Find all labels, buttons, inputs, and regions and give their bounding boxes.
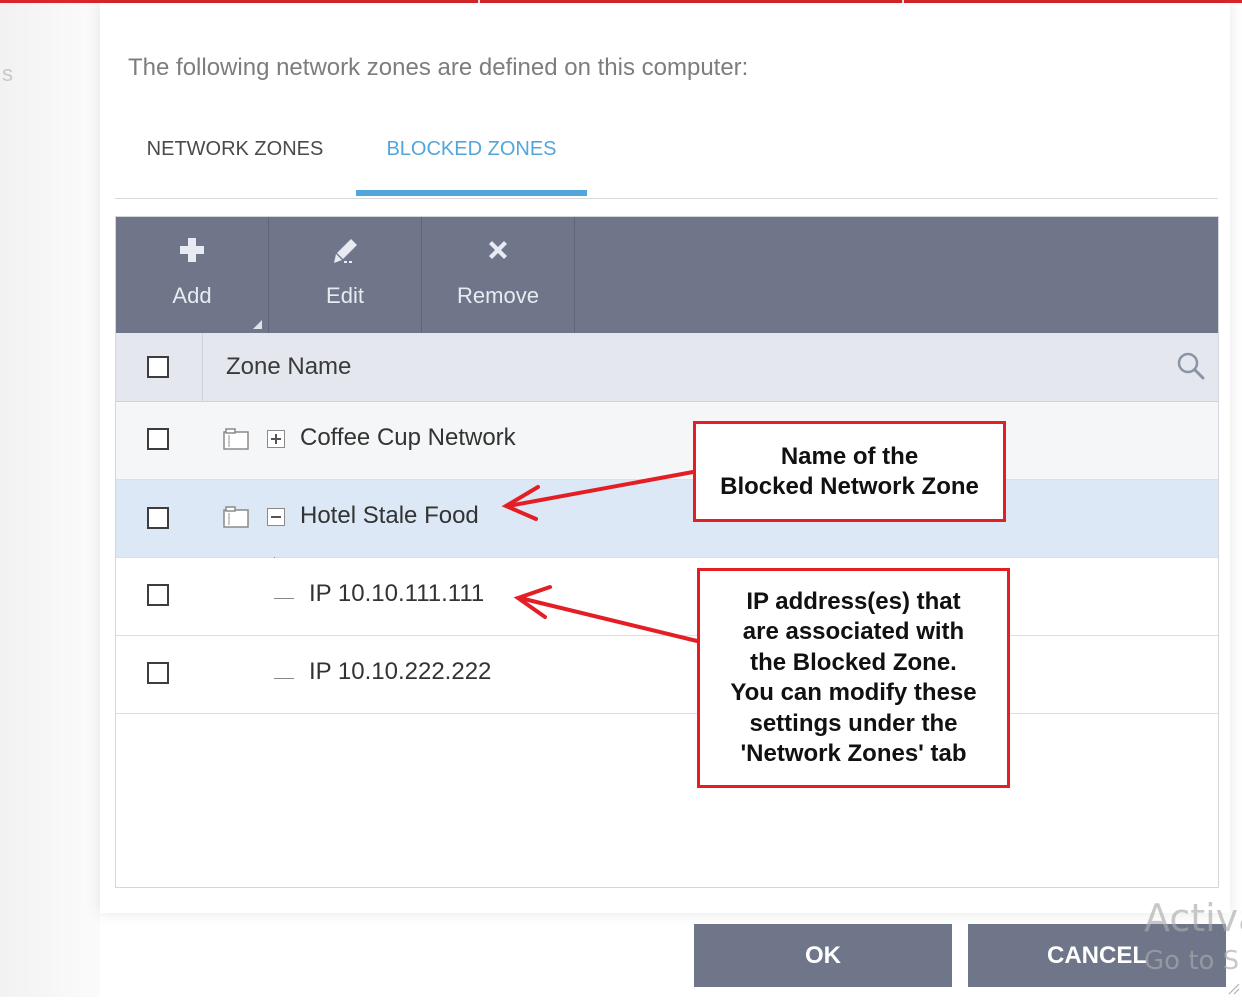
tree-branch-line <box>274 598 294 599</box>
table-row[interactable]: IP 10.10.222.222 <box>116 636 1218 714</box>
activation-watermark-line2: Go to S <box>1144 946 1240 976</box>
zone-folder-icon <box>223 506 249 528</box>
row-checkbox[interactable] <box>147 428 169 450</box>
edit-button[interactable]: Edit <box>269 217 422 333</box>
ip-address: IP 10.10.222.222 <box>309 658 492 685</box>
dropdown-corner-icon <box>253 320 262 329</box>
callout-zone-name: Name of the Blocked Network Zone <box>693 421 1006 522</box>
column-header-zone-name[interactable]: Zone Name <box>226 353 351 381</box>
search-icon[interactable] <box>1176 351 1206 381</box>
x-icon <box>422 237 574 269</box>
resize-grip-icon[interactable] <box>1226 981 1240 995</box>
row-checkbox[interactable] <box>147 662 169 684</box>
ok-button[interactable]: OK <box>694 924 952 987</box>
activation-watermark-line1: Activa <box>1144 896 1242 940</box>
row-checkbox[interactable] <box>147 507 169 529</box>
tab-blocked-zones[interactable]: BLOCKED ZONES <box>356 120 587 196</box>
tree-branch-line <box>274 678 294 679</box>
edit-label: Edit <box>326 283 364 308</box>
remove-label: Remove <box>457 283 539 308</box>
pencil-icon <box>269 237 421 272</box>
add-button[interactable]: Add <box>116 217 269 333</box>
ip-address: IP 10.10.111.111 <box>309 580 485 607</box>
select-all-checkbox[interactable] <box>147 356 169 378</box>
plus-icon <box>116 237 268 270</box>
blocked-zones-panel: Add Edit Remove Zone Name Coffee Cup Net… <box>115 216 1219 888</box>
row-checkbox[interactable] <box>147 584 169 606</box>
zone-name: Hotel Stale Food <box>300 502 479 529</box>
header-separator <box>202 333 203 401</box>
zone-folder-icon <box>223 428 249 450</box>
table-row[interactable]: Coffee Cup Network <box>116 402 1218 480</box>
table-row[interactable]: Hotel Stale Food <box>116 480 1218 558</box>
callout-ip-addresses-text: IP address(es) that are associated with … <box>730 587 977 768</box>
background-window: s <box>0 3 100 997</box>
background-window-text: s <box>2 61 13 86</box>
callout-zone-name-text: Name of the Blocked Network Zone <box>720 442 979 500</box>
tab-network-zones[interactable]: NETWORK ZONES <box>115 120 355 196</box>
dialog-intro-text: The following network zones are defined … <box>128 54 749 81</box>
zone-name: Coffee Cup Network <box>300 424 516 451</box>
remove-button[interactable]: Remove <box>422 217 575 333</box>
collapse-icon[interactable] <box>267 508 285 526</box>
expand-icon[interactable] <box>267 430 285 448</box>
zones-toolbar: Add Edit Remove <box>116 217 1218 333</box>
zone-tabs: NETWORK ZONES BLOCKED ZONES <box>115 120 1218 199</box>
callout-ip-addresses: IP address(es) that are associated with … <box>697 568 1010 788</box>
table-row[interactable]: IP 10.10.111.111 <box>116 558 1218 636</box>
table-header: Zone Name <box>116 333 1218 402</box>
add-label: Add <box>172 283 212 308</box>
